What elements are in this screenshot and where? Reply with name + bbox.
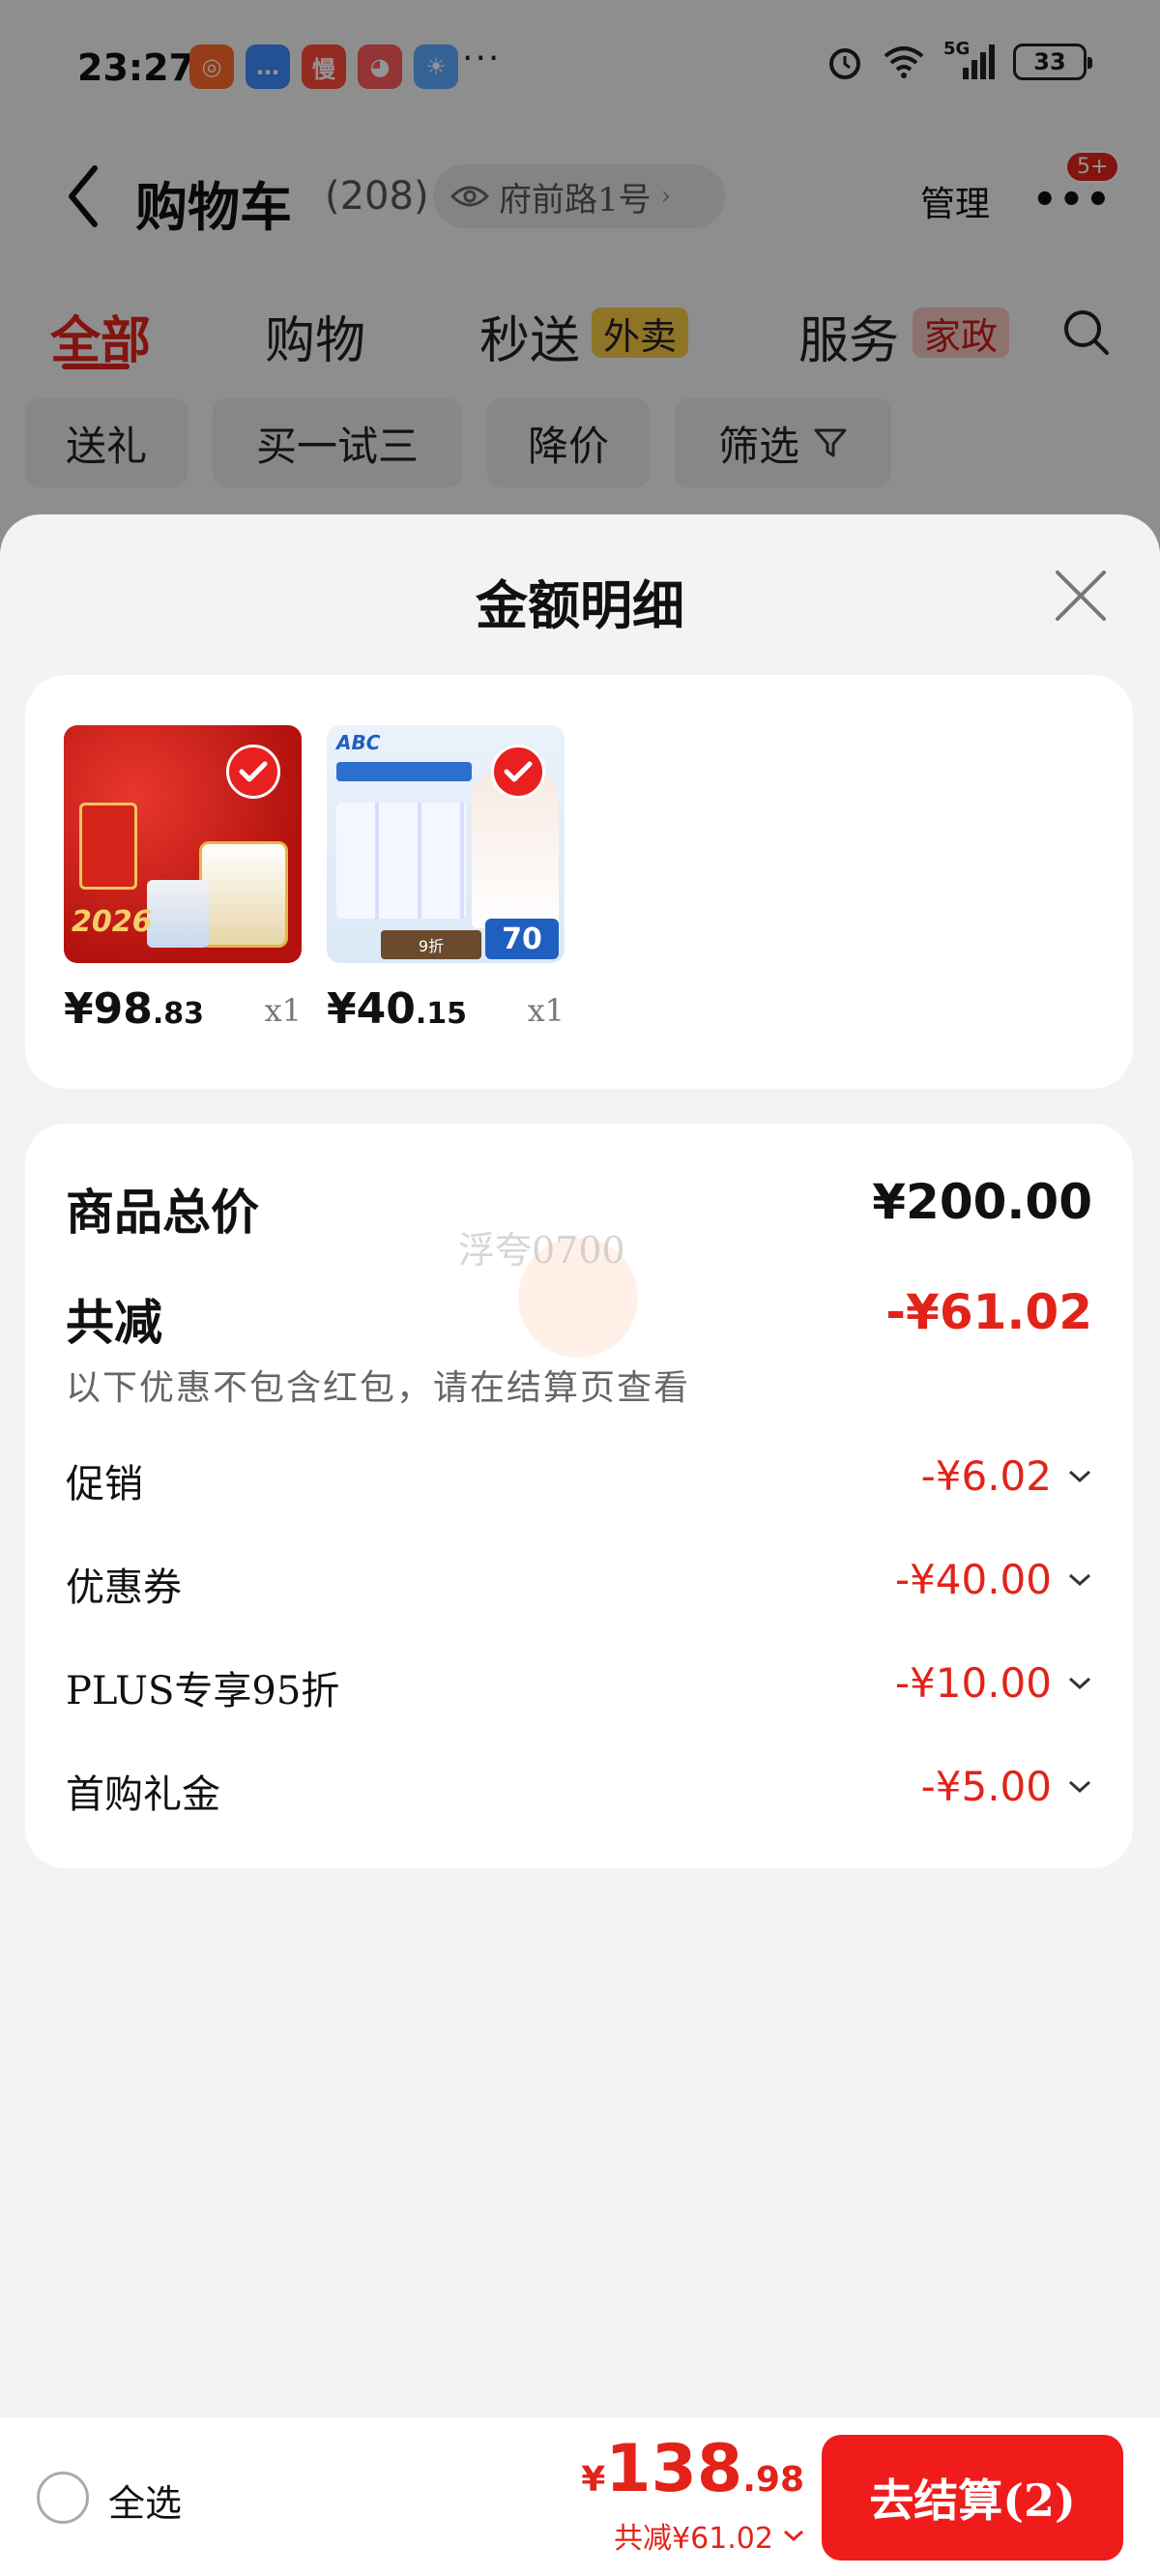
price-integer: ¥98: [64, 984, 153, 1034]
price-decimal: .83: [152, 997, 205, 1031]
selected-products-card: 2026 ¥98.83 x1 ABC 9折 70 ¥40.15 x1: [25, 675, 1133, 1089]
discount-item-value: -¥10.00: [894, 1659, 1052, 1707]
milk-box-graphic: [147, 880, 209, 948]
chevron-down-icon: [1068, 1470, 1091, 1483]
discount-strip: 9折: [381, 930, 481, 959]
product-banner: [336, 762, 472, 781]
final-price: ¥138.98: [581, 2431, 804, 2507]
selected-check-icon: [491, 745, 545, 799]
select-all-radio[interactable]: [37, 2472, 89, 2524]
close-icon[interactable]: [1052, 567, 1110, 625]
chevron-down-icon: [1068, 1780, 1091, 1794]
price-decimal: .15: [415, 997, 468, 1031]
count-label: 70: [485, 919, 559, 959]
product-price: ¥98.83: [64, 984, 204, 1034]
brand-logo: ABC: [336, 731, 381, 754]
discount-item-label: 优惠券: [66, 1566, 182, 1610]
discount-item-promotion[interactable]: 促销 -¥6.02: [66, 1452, 1092, 1510]
product-image: ABC 9折 70: [327, 725, 565, 963]
chevron-down-icon: [1068, 1573, 1091, 1587]
discount-item-label: 首购礼金: [66, 1772, 220, 1817]
amount-detail-sheet: 金额明细 2026 ¥98.83 x1 ABC 9折 70 ¥40.15 x1 …: [0, 514, 1160, 2576]
discount-note: 以下优惠不包含红包，请在结算页查看: [66, 1368, 691, 1408]
sheet-title: 金额明细: [476, 574, 684, 636]
gift-box-graphic: [79, 803, 137, 890]
checkout-button[interactable]: 去结算(2): [822, 2435, 1123, 2561]
discount-item-plus[interactable]: PLUS专享95折 -¥10.00: [66, 1659, 1092, 1717]
product-quantity: x1: [264, 992, 302, 1029]
total-price-label: 商品总价: [66, 1184, 259, 1241]
product-quantity: x1: [527, 992, 565, 1029]
total-discount-label: 共减: [66, 1294, 162, 1351]
chevron-down-icon: [784, 2530, 803, 2542]
currency-symbol: ¥: [581, 2460, 606, 2500]
total-discount-value: -¥61.02: [885, 1284, 1092, 1340]
discount-item-label: 促销: [66, 1462, 143, 1507]
product-image-caption: 2026: [72, 905, 153, 939]
checkout-bar: 全选 ¥138.98 共减¥61.02 去结算(2): [0, 2417, 1160, 2576]
milk-can-graphic: [199, 841, 288, 948]
total-discount-toggle[interactable]: 共减¥61.02: [614, 2514, 804, 2557]
final-price-integer: 138: [605, 2431, 743, 2507]
product-item[interactable]: 2026 ¥98.83 x1: [64, 725, 302, 1034]
discount-item-coupon[interactable]: 优惠券 -¥40.00: [66, 1556, 1092, 1614]
product-item[interactable]: ABC 9折 70 ¥40.15 x1: [327, 725, 565, 1034]
final-price-decimal: .98: [742, 2460, 804, 2500]
discount-item-first-purchase[interactable]: 首购礼金 -¥5.00: [66, 1763, 1092, 1821]
select-all-label[interactable]: 全选: [108, 2474, 182, 2527]
price-integer: ¥40: [327, 984, 416, 1034]
pad-packs-graphic: [336, 803, 466, 919]
watermark-text: 浮夸0700: [458, 1229, 625, 1272]
discount-item-label: PLUS专享95折: [66, 1669, 340, 1713]
product-price: ¥40.15: [327, 984, 467, 1034]
selected-check-icon: [226, 745, 280, 799]
total-discount-summary: 共减¥61.02: [614, 2522, 773, 2556]
chevron-down-icon: [1068, 1677, 1091, 1690]
discount-item-value: -¥5.00: [920, 1763, 1052, 1810]
total-price-value: ¥200.00: [872, 1174, 1092, 1230]
product-image: 2026: [64, 725, 302, 963]
discount-item-value: -¥6.02: [920, 1452, 1052, 1500]
discount-item-value: -¥40.00: [894, 1556, 1052, 1603]
